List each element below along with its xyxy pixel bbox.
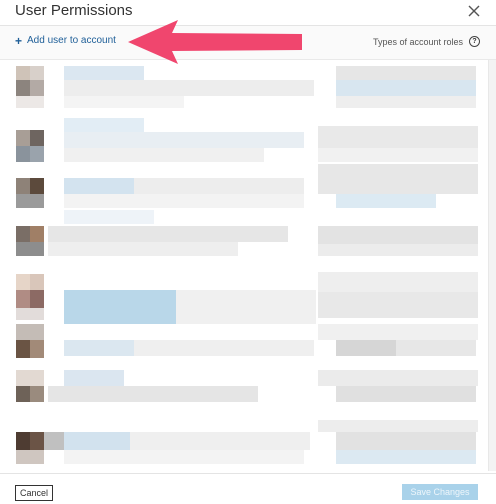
question-circle-icon[interactable]: ? [469,36,480,47]
add-user-button[interactable]: + Add user to account [15,33,116,48]
dialog-footer: Cancel Save Changes [0,473,496,504]
add-user-label: Add user to account [27,35,116,46]
list-item[interactable] [8,116,488,162]
account-roles-label: Types of account roles [372,36,463,47]
list-item[interactable] [8,364,488,410]
close-icon[interactable] [466,3,482,19]
list-item[interactable] [8,322,488,368]
list-scrollbar[interactable] [488,60,496,471]
list-item[interactable] [8,62,488,108]
list-item[interactable] [8,164,488,210]
cancel-button[interactable]: Cancel [15,485,54,501]
account-roles-link[interactable]: Types of account roles ? [373,36,480,47]
list-item[interactable] [8,410,488,464]
annotation-arrow [128,20,302,64]
list-item[interactable] [8,272,488,324]
user-list [8,60,488,471]
plus-icon: + [15,33,23,48]
dialog-title: User Permissions [15,2,133,19]
save-changes-button[interactable]: Save Changes [402,484,478,500]
list-item[interactable] [8,210,488,256]
user-permissions-dialog: User Permissions + Add user to account T… [0,0,496,504]
